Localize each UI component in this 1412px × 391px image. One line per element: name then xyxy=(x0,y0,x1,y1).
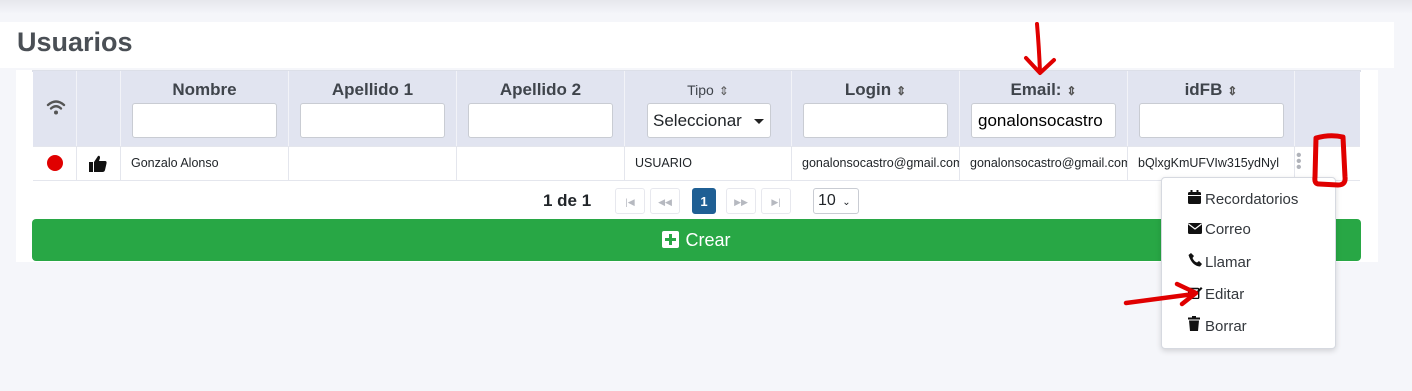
wifi-icon xyxy=(46,100,66,115)
first-page-button[interactable]: |◀ xyxy=(615,188,645,214)
table-header: Nombre Apellido 1 Apellido 2 Tipo ⇕ Selec… xyxy=(33,71,1360,146)
menu-item-borrar[interactable]: Borrar xyxy=(1188,316,1247,335)
title-bar xyxy=(0,22,1394,68)
filter-apellido1-input[interactable] xyxy=(300,103,445,138)
sort-icon[interactable]: ⇕ xyxy=(1066,84,1076,98)
filter-apellido2-input[interactable] xyxy=(468,103,613,138)
pagination-status: 1 de 1 xyxy=(543,191,592,210)
create-button-label: Crear xyxy=(685,230,731,250)
chevron-down-icon: ⌄ xyxy=(842,197,851,208)
sort-icon[interactable]: ⇕ xyxy=(1227,84,1237,98)
next-page-button[interactable]: ▶▶ xyxy=(726,188,756,214)
sort-icon[interactable]: ⇕ xyxy=(896,84,906,98)
cell-nombre: Gonzalo Alonso xyxy=(121,147,289,180)
cell-email: gonalonsocastro@gmail.com xyxy=(960,147,1128,180)
phone-icon xyxy=(1188,253,1202,270)
col-idfb[interactable]: idFB ⇕ xyxy=(1128,71,1295,146)
filter-tipo-value: Seleccionar xyxy=(653,111,742,130)
context-menu: Recordatorios Correo Llamar Editar Borra… xyxy=(1161,177,1336,349)
cell-status xyxy=(77,147,121,180)
annotation-highlight-box xyxy=(1312,133,1348,188)
page-1-button[interactable]: 1 xyxy=(692,188,716,214)
col-email[interactable]: Email: ⇕ xyxy=(960,71,1128,146)
thumbs-up-icon xyxy=(89,155,107,172)
last-page-button[interactable]: ▶| xyxy=(761,188,791,214)
sort-icon[interactable]: ⇕ xyxy=(719,84,729,98)
annotation-arrow-down-icon xyxy=(1024,22,1056,75)
col-apellido2: Apellido 2 xyxy=(457,71,625,146)
top-shadow xyxy=(0,0,1412,14)
filter-email-input[interactable] xyxy=(971,103,1116,138)
cell-login: gonalonsocastro@gmail.com xyxy=(792,147,960,180)
header-idfb[interactable]: idFB xyxy=(1185,80,1223,99)
page-title: Usuarios xyxy=(17,27,133,57)
filter-tipo-select[interactable]: Seleccionar xyxy=(647,103,771,138)
annotation-arrow-right-icon xyxy=(1123,281,1199,307)
header-login[interactable]: Login xyxy=(845,80,891,99)
menu-item-label: Borrar xyxy=(1205,318,1247,335)
col-status xyxy=(77,71,121,146)
calendar-icon xyxy=(1188,190,1202,207)
filter-nombre-input[interactable] xyxy=(132,103,277,138)
header-apellido2: Apellido 2 xyxy=(499,80,582,99)
header-apellido1: Apellido 1 xyxy=(331,80,414,99)
cell-idfb: bQlxgKmUFVIw315ydNyl xyxy=(1128,147,1295,180)
filter-login-input[interactable] xyxy=(803,103,948,138)
menu-item-correo[interactable]: Correo xyxy=(1188,221,1251,238)
filter-idfb-input[interactable] xyxy=(1139,103,1284,138)
menu-item-label: Llamar xyxy=(1205,254,1251,271)
menu-item-label: Recordatorios xyxy=(1205,191,1299,208)
table-row[interactable]: Gonzalo Alonso USUARIO gonalonsocastro@g… xyxy=(33,146,1360,181)
col-tipo[interactable]: Tipo ⇕ Seleccionar xyxy=(625,71,792,146)
trash-icon xyxy=(1188,316,1202,334)
menu-item-label: Correo xyxy=(1205,221,1251,238)
cell-tipo: USUARIO xyxy=(625,147,792,180)
plus-square-icon xyxy=(662,231,680,248)
col-apellido1: Apellido 1 xyxy=(289,71,457,146)
envelope-icon xyxy=(1188,222,1202,237)
col-connection xyxy=(33,71,77,146)
header-nombre: Nombre xyxy=(172,80,237,99)
col-login[interactable]: Login ⇕ xyxy=(792,71,960,146)
caret-down-icon xyxy=(754,119,764,124)
row-actions-menu-icon[interactable]: • • • xyxy=(1296,148,1302,176)
page-size-select[interactable]: 10 ⌄ xyxy=(813,188,859,214)
status-dot-icon xyxy=(47,155,63,171)
menu-item-llamar[interactable]: Llamar xyxy=(1188,253,1251,271)
users-table: Nombre Apellido 1 Apellido 2 Tipo ⇕ Selec… xyxy=(32,70,1361,221)
prev-page-button[interactable]: ◀◀ xyxy=(650,188,680,214)
menu-item-recordatorios[interactable]: Recordatorios xyxy=(1188,190,1298,208)
cell-connection xyxy=(33,147,77,180)
header-email[interactable]: Email: xyxy=(1010,80,1061,99)
cell-apellido2 xyxy=(457,147,625,180)
cell-apellido1 xyxy=(289,147,457,180)
header-tipo[interactable]: Tipo xyxy=(687,82,714,98)
col-nombre: Nombre xyxy=(121,71,289,146)
page-size-value: 10 xyxy=(818,192,836,209)
